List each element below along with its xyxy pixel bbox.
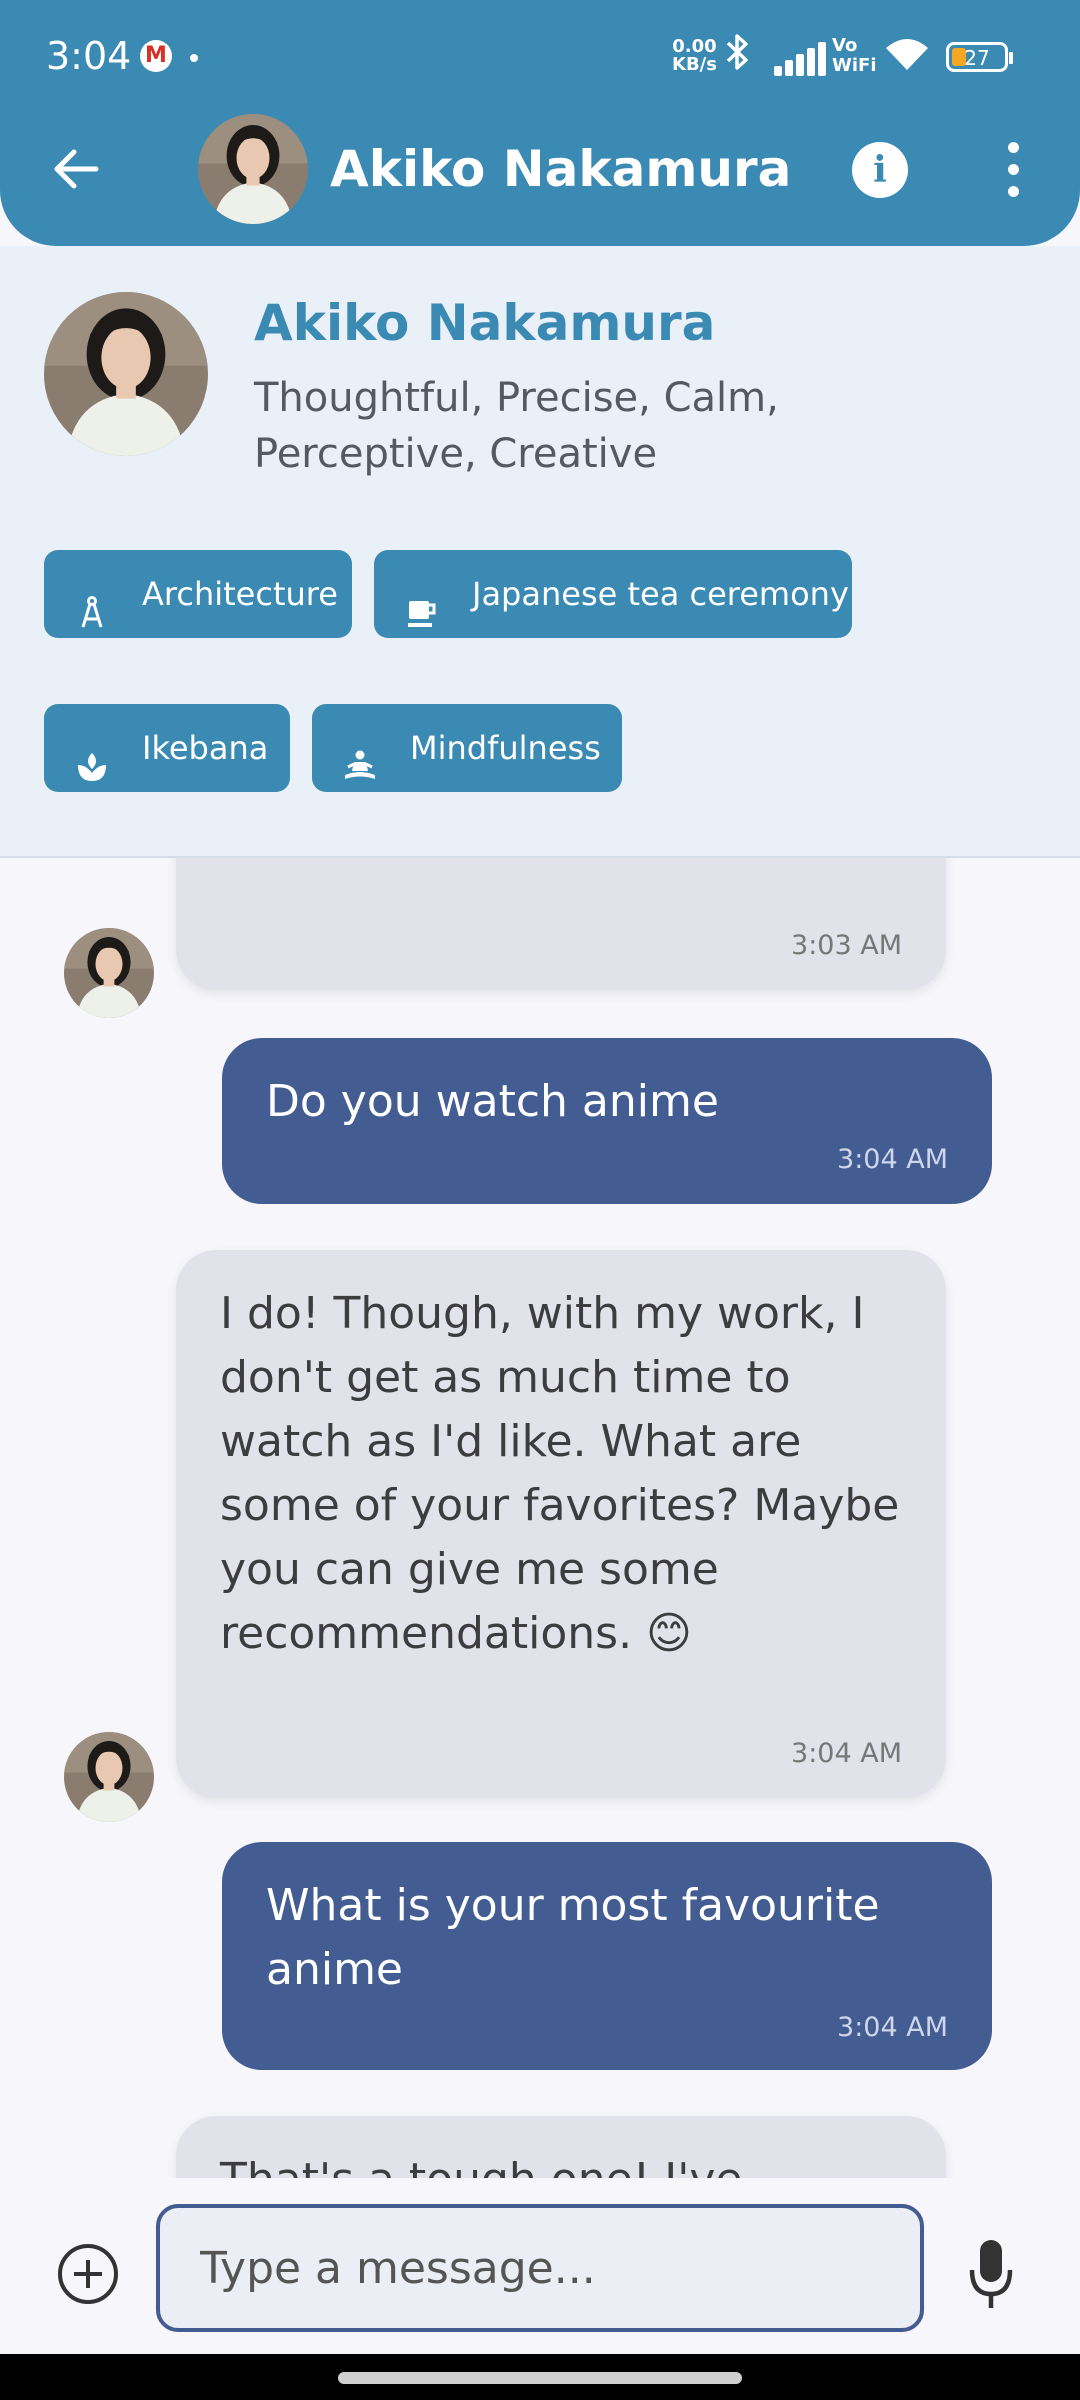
message-time: 3:04 AM (837, 2012, 948, 2043)
message-text: That's a tough one! I've (220, 2148, 906, 2178)
message-time: 3:04 AM (837, 1144, 948, 1175)
profile-avatar (44, 292, 208, 456)
chat-thread[interactable]: 3:03 AM Do you watch anime 3:04 AM I do!… (0, 858, 1080, 2178)
profile-traits: Thoughtful, Precise, Calm, Perceptive, C… (254, 375, 779, 477)
message-text: Do you watch anime (266, 1076, 719, 1127)
contact-avatar[interactable] (64, 928, 154, 1018)
cell-signal-icon (774, 42, 826, 76)
interest-label: Mindfulness (410, 729, 601, 767)
interest-chip-mindfulness[interactable]: Mindfulness (312, 704, 622, 792)
vowifi-top: Vo (832, 35, 858, 56)
message-text: What is your most favourite anime (266, 1880, 880, 1995)
network-speed: 0.00 KB/s (672, 38, 717, 74)
wifi-icon (884, 36, 930, 72)
message-bubble-contact[interactable]: That's a tough one! I've (176, 2116, 946, 2178)
message-bubble-contact[interactable]: 3:03 AM (176, 858, 946, 990)
header-avatar[interactable] (198, 114, 308, 224)
add-attachment-icon[interactable] (58, 2244, 118, 2304)
profile-card: Akiko Nakamura Thoughtful, Precise, Calm… (0, 246, 1080, 858)
profile-name: Akiko Nakamura (254, 294, 716, 352)
header-contact-name[interactable]: Akiko Nakamura (330, 140, 791, 198)
battery-level: 27 (964, 46, 990, 70)
interest-label: Ikebana (142, 729, 269, 767)
contact-avatar[interactable] (64, 1732, 154, 1822)
interest-chip-ikebana[interactable]: Ikebana (44, 704, 290, 792)
tea-cup-icon (404, 576, 440, 627)
message-time: 3:04 AM (791, 1738, 902, 1769)
status-bar: 3:04 M 0.00 KB/s Vo WiFi 27 (0, 0, 1080, 112)
battery-icon: 27 (946, 42, 1013, 72)
status-time: 3:04 (46, 34, 132, 78)
message-bubble-user[interactable]: What is your most favourite anime 3:04 A… (222, 1842, 992, 2070)
compass-icon (74, 576, 110, 628)
more-options-icon[interactable] (996, 138, 1032, 202)
message-text: I do! Though, with my work, I don't get … (220, 1288, 900, 1659)
flower-icon (74, 730, 110, 781)
interest-label: Japanese tea ceremony (472, 575, 849, 613)
app-bar: 3:04 M 0.00 KB/s Vo WiFi 27 Akiko Nakamu… (0, 0, 1080, 246)
interest-chip-tea-ceremony[interactable]: Japanese tea ceremony (374, 550, 852, 638)
more-notifications-dot-icon (190, 54, 198, 62)
back-arrow-icon[interactable] (44, 136, 110, 202)
network-speed-unit: KB/s (672, 54, 717, 75)
info-icon[interactable]: i (852, 142, 908, 198)
home-gesture-handle[interactable] (338, 2372, 742, 2384)
interest-chip-architecture[interactable]: Architecture (44, 550, 352, 638)
system-navigation-bar (0, 2354, 1080, 2400)
vowifi-indicator: Vo WiFi (832, 36, 877, 76)
message-bubble-contact[interactable]: I do! Though, with my work, I don't get … (176, 1250, 946, 1798)
message-time: 3:03 AM (791, 930, 902, 961)
message-input[interactable] (156, 2204, 924, 2332)
meditation-icon (342, 730, 378, 779)
bluetooth-icon (722, 32, 752, 82)
vowifi-bottom: WiFi (832, 55, 877, 76)
message-composer (0, 2178, 1080, 2354)
message-bubble-user[interactable]: Do you watch anime 3:04 AM (222, 1038, 992, 1204)
interest-label: Architecture (142, 575, 338, 613)
microphone-icon[interactable] (966, 2236, 1016, 2312)
gmail-notification-icon: M (140, 40, 172, 72)
